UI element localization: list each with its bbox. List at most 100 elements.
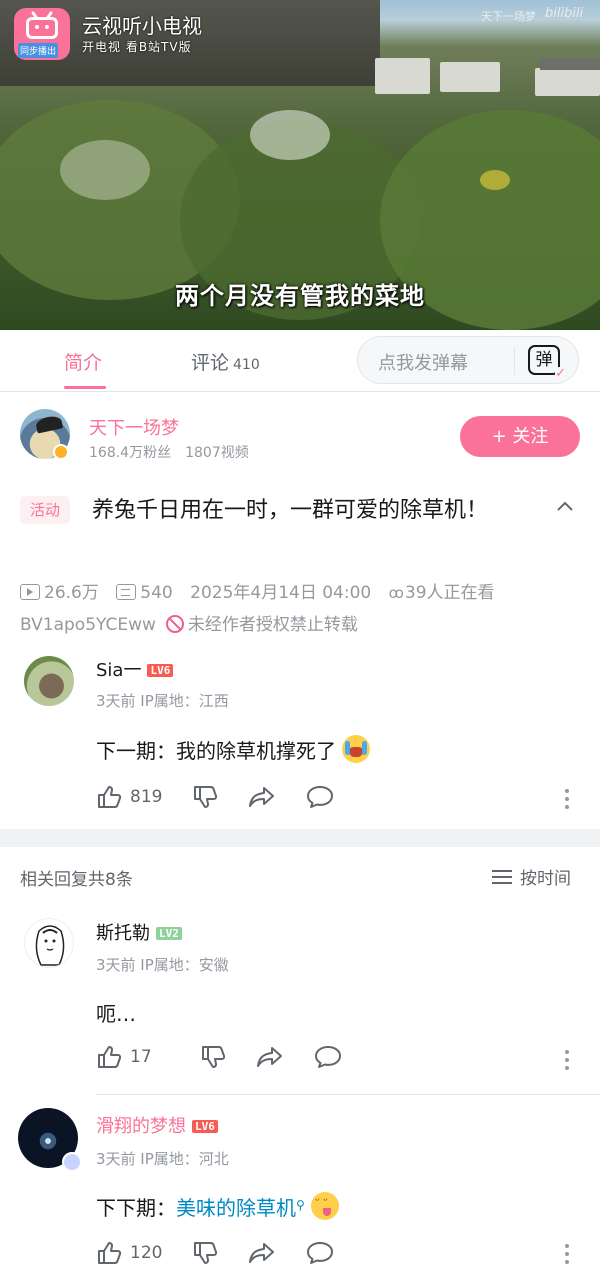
video-scene-house [535,68,600,96]
view-count: 26.6万 [44,583,99,603]
reply-button[interactable] [306,1240,334,1266]
video-scene-flowers [60,140,150,200]
thumbs-down-icon [201,1046,225,1068]
video-meta-row: 26.6万 540 2025年4月14日 04:00 ꝏ 39人正在看 [20,578,507,603]
share-icon [256,1047,282,1067]
like-count: 17 [130,1047,152,1067]
thumbs-down-icon [194,1242,218,1264]
more-options-icon[interactable] [565,1050,569,1070]
danmaku-input[interactable]: 点我发弹幕 弹 [357,336,579,384]
reply-meta: 3天前 IP属地：安徽 [96,956,229,974]
reply-username: 斯托勒 [96,923,150,944]
share-icon [249,1243,275,1263]
play-count-icon [20,584,40,600]
watching-count: 39人正在看 [404,583,495,603]
more-options-icon[interactable] [565,789,569,809]
danmaku-toggle-icon[interactable]: 弹 [528,345,566,381]
reply-button[interactable] [314,1044,342,1070]
sort-label: 按时间 [520,869,571,889]
tab-comments-label: 评论 [191,352,230,374]
video-scene-house [375,58,430,94]
sync-label: 同步播出 [18,43,59,58]
yummy-emoji-icon [311,1192,340,1220]
like-button[interactable]: 17 [96,1044,152,1070]
comment-text: 下一期：我的除草机撑死了 [96,735,371,764]
reply-text: 呃… [96,1002,136,1026]
like-count: 819 [130,787,163,807]
uploader-followers: 168.4万粉丝 [89,445,172,461]
tv-app-name: 云视听小电视 [82,14,202,38]
crying-emoji-icon [342,735,371,763]
avatar-bird-icon [34,414,64,434]
danmaku-count-icon [116,584,137,600]
video-player[interactable]: 同步播出 云视听小电视 开电视 看B站TV版 天下一场梦 bilibili 两个… [0,0,600,330]
dislike-button[interactable] [192,1240,218,1266]
video-subtitle: 两个月没有管我的菜地 [175,282,425,310]
tv-app-logo: 同步播出 [14,8,70,60]
section-divider [0,829,600,847]
thumbs-down-icon [194,786,218,808]
publish-time: 2025年4月14日 04:00 [190,583,372,603]
tab-active-indicator [64,386,106,389]
collapse-chevron-icon[interactable] [556,498,574,516]
follow-button[interactable]: + 关注 [460,416,580,457]
tab-comments-count: 410 [233,357,260,373]
like-button[interactable]: 120 [96,1240,162,1266]
reply-icon [314,1046,341,1068]
reply-avatar[interactable] [24,918,74,968]
video-title: 养兔千日用在一时，一群可爱的除草机！ [92,498,489,523]
comment-avatar[interactable] [24,656,74,706]
divider [514,347,515,375]
reply-icon [307,1242,334,1264]
thumbs-up-icon [98,1046,122,1068]
like-button[interactable]: 819 [96,784,162,810]
reply-user[interactable]: 斯托勒 LV2 [96,919,182,945]
more-options-icon[interactable] [565,1244,569,1264]
reply-user[interactable]: 滑翔的梦想 LV6 [96,1112,218,1138]
avatar-pendant-icon [62,1152,82,1172]
reply-icon [307,786,334,808]
bilibili-watermark-logo: bilibili [545,6,584,21]
reply-username: 滑翔的梦想 [96,1116,186,1137]
dislike-button[interactable] [192,784,218,810]
sort-icon [492,869,512,884]
repost-notice: 未经作者授权禁止转载 [187,615,358,635]
sort-button[interactable]: 按时间 [492,864,571,889]
dislike-button[interactable] [200,1044,226,1070]
tab-comments[interactable]: 评论 410 [191,348,260,375]
share-button[interactable] [248,1240,276,1266]
tab-intro[interactable]: 简介 [64,348,102,375]
replies-count: 相关回复共8条 [20,870,133,890]
bvid[interactable]: BV1apo5YCEww [20,615,156,635]
video-scene-flowers [250,110,330,160]
video-meta-row-2: BV1apo5YCEww 未经作者授权禁止转载 [20,610,358,635]
no-repost-icon [165,615,184,633]
tv-app-tagline: 开电视 看B站TV版 [82,40,192,54]
danmaku-placeholder: 点我发弹幕 [378,353,468,374]
thumbs-up-icon [98,1242,122,1264]
comment-meta: 3天前 IP属地：江西 [96,692,229,710]
comment-user[interactable]: Sia一 LV6 [96,656,174,682]
video-scene-flowers [480,170,510,190]
activity-tag[interactable]: 活动 [20,496,71,524]
reply-actions: 120 [96,1240,364,1266]
video-scene-roof [540,58,600,70]
video-scene-house [440,62,500,92]
search-keyword-link[interactable]: 美味的除草机 [176,1196,296,1220]
uploader-name[interactable]: 天下一场梦 [89,414,179,440]
viewers-icon: ꝏ [388,584,404,602]
thumbs-up-icon [98,786,122,808]
reply-button[interactable] [306,784,334,810]
reply-actions: 17 [96,1044,372,1070]
share-button[interactable] [256,1044,284,1070]
comment-body: 下一期：我的除草机撑死了 [96,739,336,763]
search-link-icon: ⚲ [296,1198,305,1212]
reply-separator [96,1094,600,1095]
tv-screen-icon [26,17,58,39]
reply-text: 下下期：美味的除草机⚲ [96,1192,340,1221]
avatar-sketch-icon [35,925,65,966]
level-badge: LV6 [192,1120,218,1133]
share-button[interactable] [248,784,276,810]
danmaku-count: 540 [140,583,173,603]
uploader-video-count: 1807视频 [185,445,249,461]
